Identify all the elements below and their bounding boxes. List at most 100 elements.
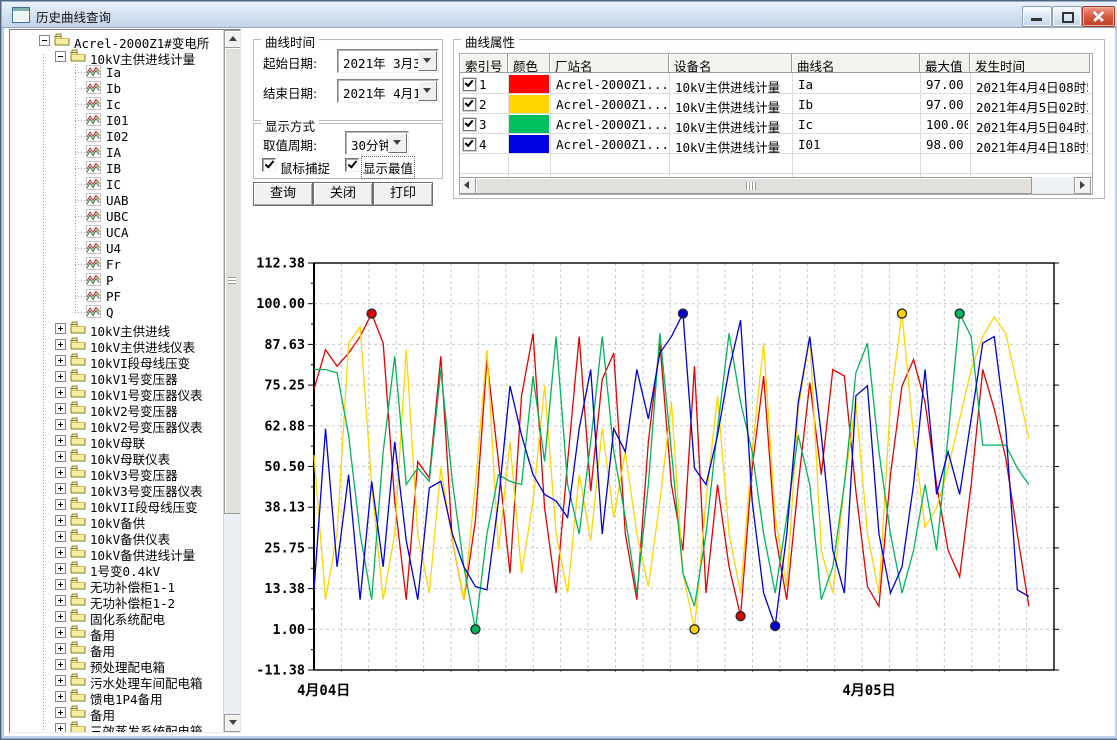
tree-item[interactable]: 预处理配电箱 xyxy=(10,656,240,672)
device-tree[interactable]: Acrel-2000Z1#变电所10kV主供进线计量IaIbIcI01I02IA… xyxy=(9,29,241,733)
expand-box[interactable] xyxy=(55,355,66,366)
collapse-box[interactable] xyxy=(55,51,66,62)
print-button[interactable]: 打印 xyxy=(373,182,433,206)
expand-box[interactable] xyxy=(55,531,66,542)
expand-box[interactable] xyxy=(55,627,66,638)
column-header-2[interactable]: 厂站名 xyxy=(550,54,669,73)
expand-box[interactable] xyxy=(55,515,66,526)
tree-item[interactable]: P xyxy=(10,272,240,288)
expand-box[interactable] xyxy=(55,371,66,382)
tree-item[interactable]: 10kV2号变压器仪表 xyxy=(10,416,240,432)
tree-item[interactable]: 10kV3号变压器仪表 xyxy=(10,480,240,496)
scroll-right-button[interactable] xyxy=(1074,177,1091,194)
tree-item[interactable]: IA xyxy=(10,144,240,160)
row-checkbox[interactable] xyxy=(463,78,476,91)
vscroll-thumb[interactable] xyxy=(224,47,241,514)
scroll-down-button[interactable] xyxy=(224,714,241,732)
expand-box[interactable] xyxy=(55,323,66,334)
expand-box[interactable] xyxy=(55,387,66,398)
tree-item[interactable]: 馈电1P4备用 xyxy=(10,688,240,704)
tree-item[interactable]: 10kV母联仪表 xyxy=(10,448,240,464)
column-header-4[interactable]: 曲线名 xyxy=(792,54,920,73)
title-bar[interactable]: 历史曲线查询 xyxy=(2,2,1117,28)
tree-item[interactable]: 10kV主供进线 xyxy=(10,320,240,336)
curve-properties-table[interactable]: 索引号颜色厂站名设备名曲线名最大值发生时间1Acrel-2000Z1...10k… xyxy=(459,53,1093,195)
tree-item[interactable]: Fr xyxy=(10,256,240,272)
table-row[interactable]: 1Acrel-2000Z1...10kV主供进线计量Ia97.002021年4月… xyxy=(460,74,1092,94)
column-header-1[interactable]: 颜色 xyxy=(508,54,550,73)
tree-item[interactable]: 10kV1号变压器仪表 xyxy=(10,384,240,400)
tree-item[interactable]: 10kV主供进线仪表 xyxy=(10,336,240,352)
expand-box[interactable] xyxy=(55,659,66,670)
expand-box[interactable] xyxy=(55,419,66,430)
scroll-left-button[interactable] xyxy=(459,177,476,194)
close-button[interactable] xyxy=(1082,6,1115,27)
tree-item[interactable]: 10kVII段母线压变 xyxy=(10,496,240,512)
tree-item[interactable]: 备用 xyxy=(10,624,240,640)
restore-button[interactable] xyxy=(1052,6,1082,27)
period-dropdown-button[interactable] xyxy=(388,133,407,153)
row-checkbox[interactable] xyxy=(463,98,476,111)
tree-item[interactable]: U4 xyxy=(10,240,240,256)
expand-box[interactable] xyxy=(55,675,66,686)
expand-box[interactable] xyxy=(55,707,66,718)
tree-item[interactable]: 无功补偿柜1-2 xyxy=(10,592,240,608)
expand-box[interactable] xyxy=(55,339,66,350)
tree-item[interactable]: I02 xyxy=(10,128,240,144)
tree-item[interactable]: IC xyxy=(10,176,240,192)
column-header-6[interactable]: 发生时间 xyxy=(970,54,1090,73)
tree-item[interactable]: PF xyxy=(10,288,240,304)
tree-item[interactable]: 10kV2号变压器 xyxy=(10,400,240,416)
hscroll-thumb[interactable] xyxy=(475,177,1032,194)
tree-item[interactable]: 10kV母联 xyxy=(10,432,240,448)
expand-box[interactable] xyxy=(55,435,66,446)
minimize-button[interactable] xyxy=(1022,6,1052,27)
expand-box[interactable] xyxy=(55,595,66,606)
tree-item[interactable]: 10kV备供进线计量 xyxy=(10,544,240,560)
column-header-5[interactable]: 最大值 xyxy=(920,54,970,73)
tree-item[interactable]: 10kV备供 xyxy=(10,512,240,528)
show-extremes-checkbox[interactable] xyxy=(345,158,359,172)
start-date-dropdown-button[interactable] xyxy=(418,51,437,71)
expand-box[interactable] xyxy=(55,579,66,590)
column-header-3[interactable]: 设备名 xyxy=(669,54,792,73)
collapse-box[interactable] xyxy=(39,35,50,46)
expand-box[interactable] xyxy=(55,563,66,574)
expand-box[interactable] xyxy=(55,611,66,622)
tree-item[interactable]: UAB xyxy=(10,192,240,208)
tree-item[interactable]: 10kVI段母线压变 xyxy=(10,352,240,368)
query-button[interactable]: 查询 xyxy=(253,182,313,206)
tree-item[interactable]: 无功补偿柜1-1 xyxy=(10,576,240,592)
tree-item[interactable]: 10kV3号变压器 xyxy=(10,464,240,480)
tree-item[interactable]: Acrel-2000Z1#变电所 xyxy=(10,32,240,48)
expand-box[interactable] xyxy=(55,643,66,654)
tree-item[interactable]: UBC xyxy=(10,208,240,224)
table-row[interactable]: 4Acrel-2000Z1...10kV主供进线计量I0198.002021年4… xyxy=(460,134,1092,154)
history-curve-chart[interactable]: 112.38100.0087.6375.2562.8850.5038.1325.… xyxy=(241,206,1116,734)
tree-item[interactable]: 备用 xyxy=(10,704,240,720)
tree-item[interactable]: 10kV1号变压器 xyxy=(10,368,240,384)
expand-box[interactable] xyxy=(55,723,66,733)
tree-item[interactable]: Ia xyxy=(10,64,240,80)
tree-item[interactable]: 三效蒸发系统配电箱 xyxy=(10,720,240,733)
column-header-0[interactable]: 索引号 xyxy=(460,54,508,73)
tree-item[interactable]: 备用 xyxy=(10,640,240,656)
table-horizontal-scrollbar[interactable] xyxy=(459,177,1091,193)
expand-box[interactable] xyxy=(55,483,66,494)
tree-item[interactable]: 10kV主供进线计量 xyxy=(10,48,240,64)
tree-item[interactable]: 固化系统配电 xyxy=(10,608,240,624)
expand-box[interactable] xyxy=(55,547,66,558)
scroll-up-button[interactable] xyxy=(224,30,241,48)
table-row[interactable]: 3Acrel-2000Z1...10kV主供进线计量Ic100.002021年4… xyxy=(460,114,1092,134)
tree-item[interactable]: 污水处理车间配电箱 xyxy=(10,672,240,688)
expand-box[interactable] xyxy=(55,467,66,478)
row-checkbox[interactable] xyxy=(463,138,476,151)
end-date-combo[interactable]: 2021年 4月14 xyxy=(337,79,439,103)
expand-box[interactable] xyxy=(55,451,66,462)
tree-vscrollbar[interactable] xyxy=(223,30,240,732)
tree-item[interactable]: Ic xyxy=(10,96,240,112)
end-date-dropdown-button[interactable] xyxy=(418,81,437,101)
tree-item[interactable]: 1号变0.4kV xyxy=(10,560,240,576)
expand-box[interactable] xyxy=(55,403,66,414)
mouse-capture-checkbox[interactable] xyxy=(262,158,276,172)
